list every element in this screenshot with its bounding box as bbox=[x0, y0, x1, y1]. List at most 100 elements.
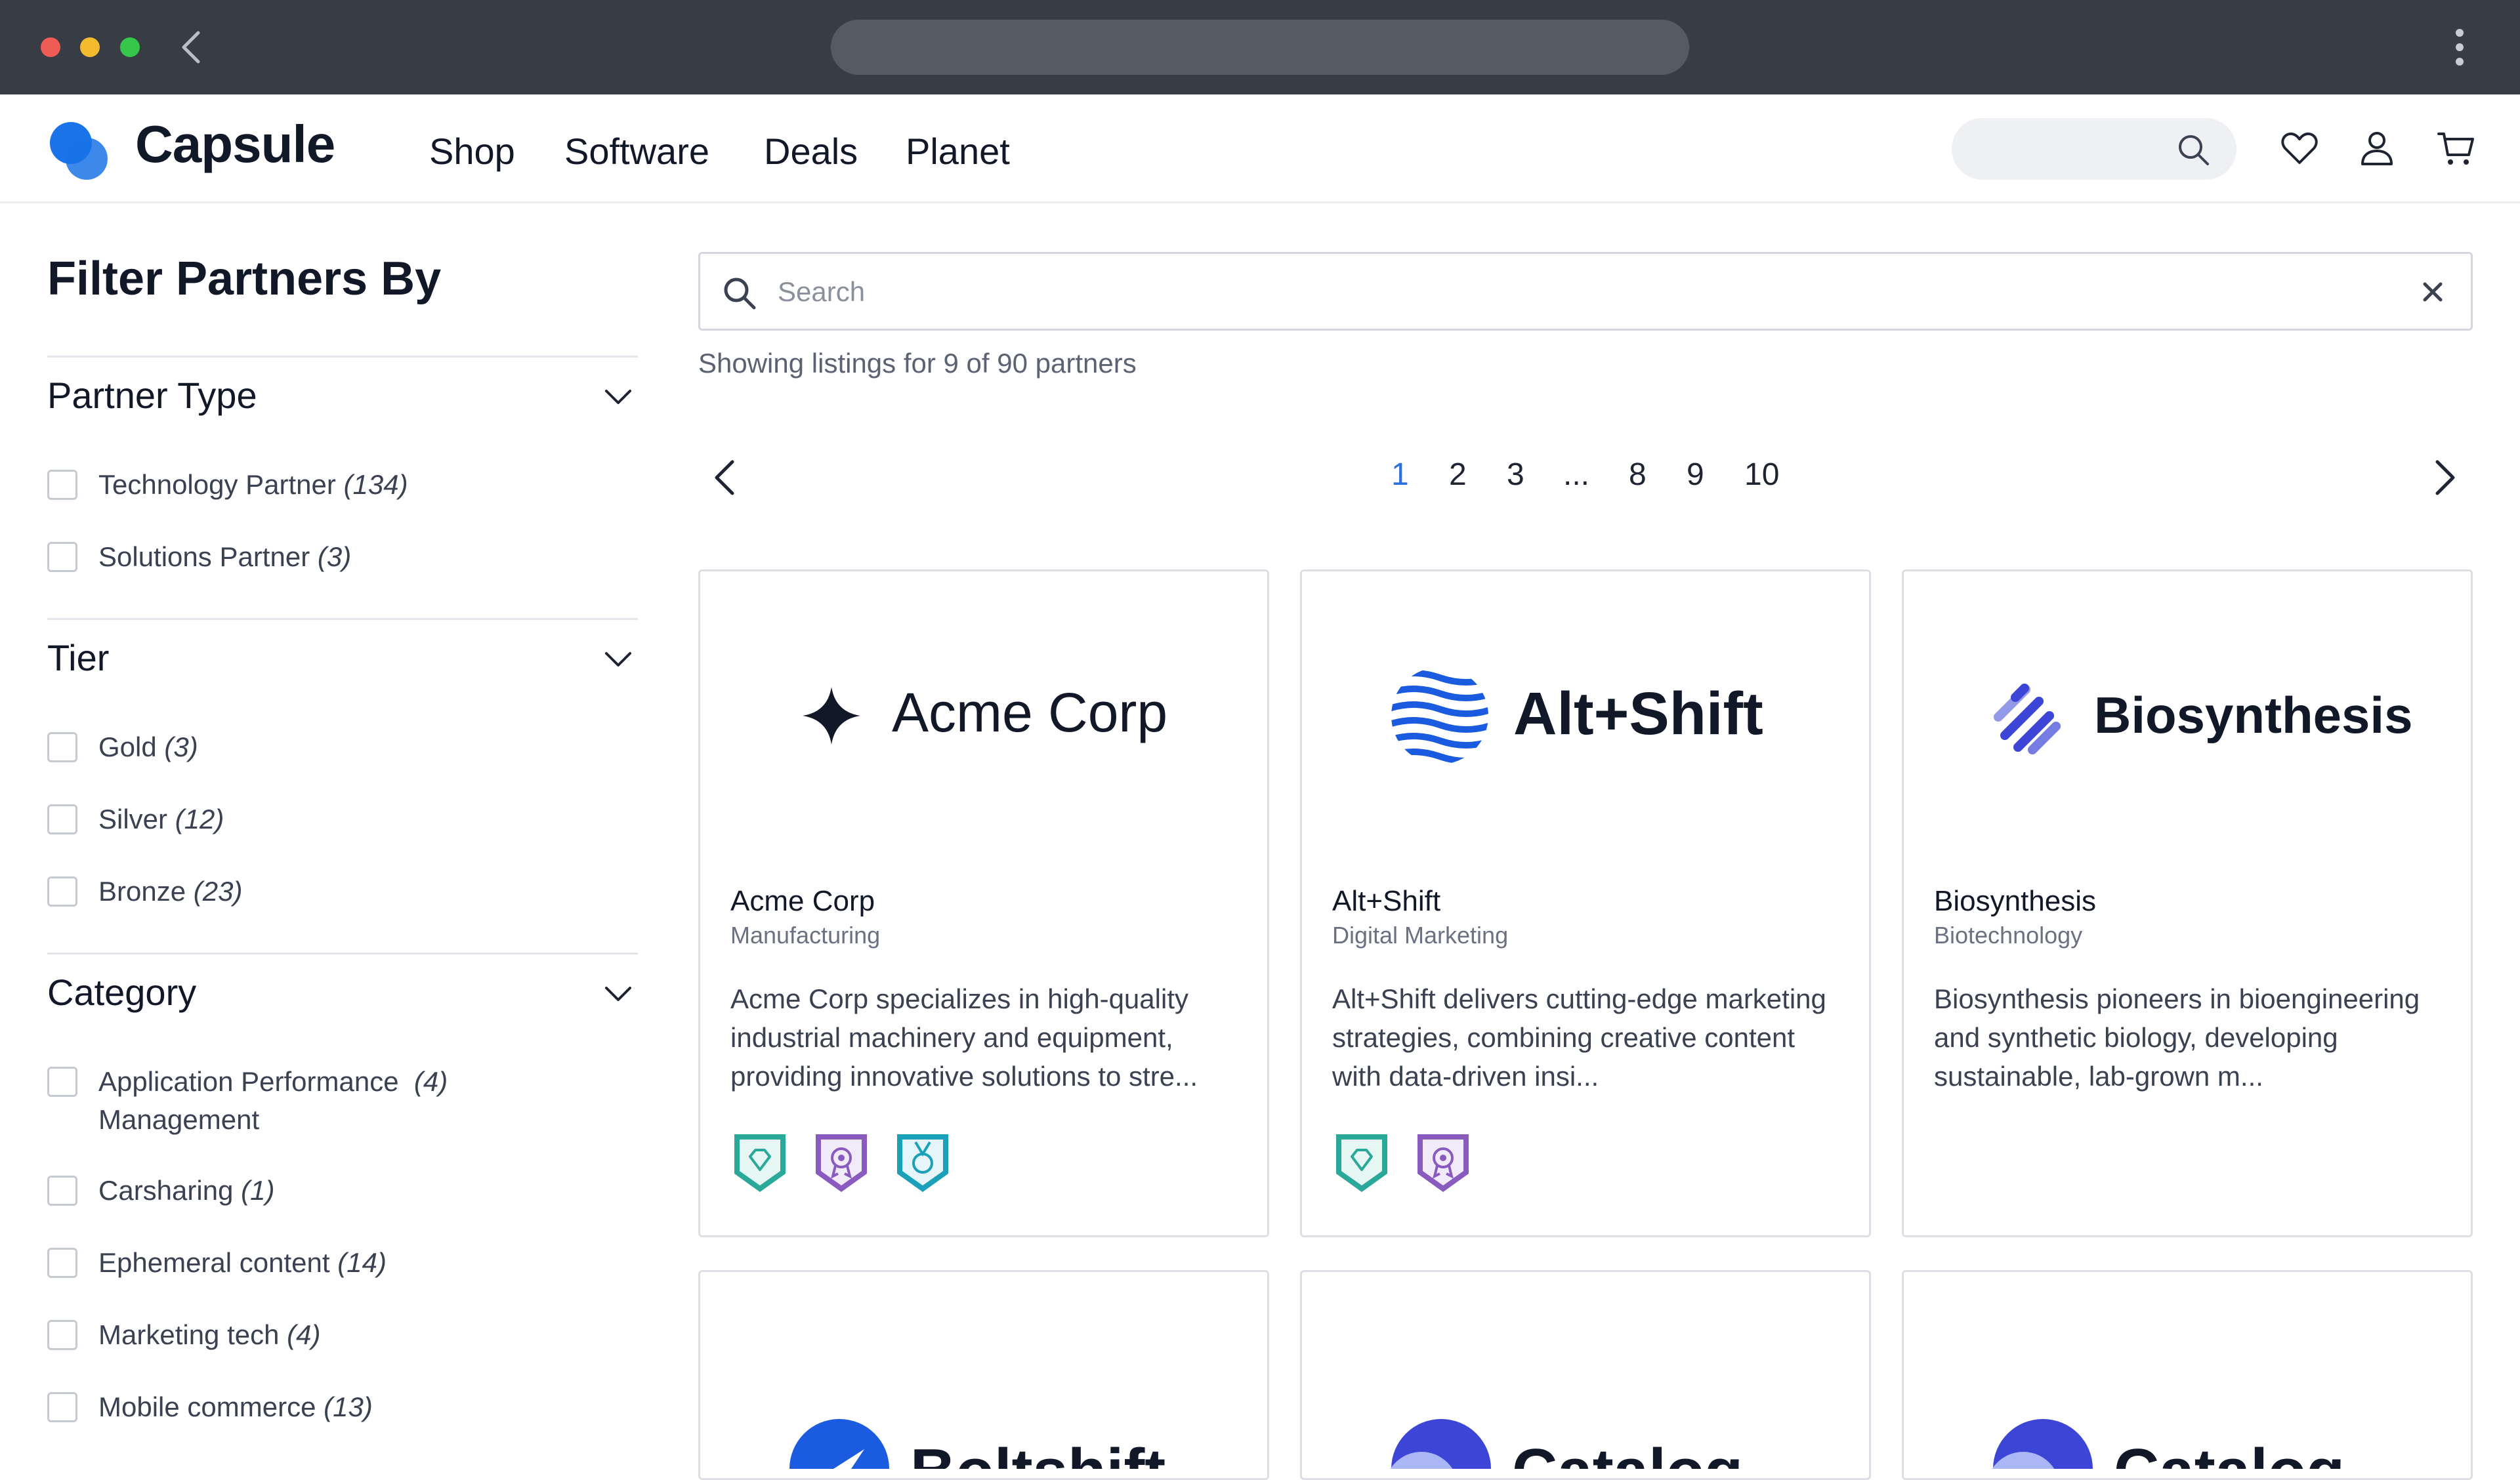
back-arrow-icon[interactable] bbox=[177, 29, 203, 66]
checkbox[interactable] bbox=[47, 876, 77, 907]
award-badge-icon bbox=[816, 1134, 867, 1192]
option-label: Technology Partner bbox=[98, 469, 336, 500]
chevron-down-icon[interactable] bbox=[602, 984, 634, 1004]
filter-option[interactable]: Mobile commerce (13) bbox=[47, 1388, 638, 1428]
medal-badge-icon bbox=[897, 1134, 948, 1192]
checkbox[interactable] bbox=[47, 1248, 77, 1278]
chevron-left-icon[interactable] bbox=[709, 457, 742, 499]
checkbox[interactable] bbox=[47, 470, 77, 500]
filter-option[interactable]: Carsharing (1) bbox=[47, 1172, 638, 1211]
catalog-logo: Catalog bbox=[1390, 1419, 1743, 1469]
option-label: Ephemeral content bbox=[98, 1247, 330, 1278]
alt-shift-logo: Alt+Shift bbox=[1391, 670, 1763, 764]
capsule-logo-icon[interactable] bbox=[47, 119, 110, 182]
biosynthesis-logo: Biosynthesis bbox=[1994, 684, 2412, 754]
page-link-3[interactable]: 3 bbox=[1507, 457, 1524, 493]
top-nav: Capsule Shop Software Deals Planet bbox=[0, 94, 2520, 203]
results-count: Showing listings for 9 of 90 partners bbox=[698, 348, 1137, 379]
checkbox[interactable] bbox=[47, 1176, 77, 1206]
section-title[interactable]: Tier bbox=[47, 636, 109, 679]
checkbox[interactable] bbox=[47, 1392, 77, 1422]
nav-link-shop[interactable]: Shop bbox=[429, 130, 515, 173]
option-label: Gold bbox=[98, 731, 157, 762]
option-count: (3) bbox=[164, 731, 198, 762]
checkbox[interactable] bbox=[47, 804, 77, 834]
diamond-badge-icon bbox=[734, 1134, 786, 1192]
partner-name[interactable]: Alt+Shift bbox=[1332, 885, 1440, 918]
option-count: (4) bbox=[413, 1066, 448, 1097]
option-label: Silver bbox=[98, 804, 168, 834]
divider bbox=[47, 356, 638, 358]
partner-card[interactable]: Catalog bbox=[1902, 1270, 2473, 1480]
user-icon[interactable] bbox=[2357, 129, 2397, 168]
close-icon[interactable] bbox=[2420, 279, 2446, 305]
cart-icon[interactable] bbox=[2436, 129, 2475, 168]
option-count: (14) bbox=[337, 1247, 387, 1278]
nav-link-deals[interactable]: Deals bbox=[764, 130, 858, 173]
boltshift-logo: Boltshift bbox=[789, 1419, 1166, 1469]
partner-description: Biosynthesis pioneers in bioengineering … bbox=[1934, 983, 2420, 1092]
chevron-right-icon[interactable] bbox=[2428, 457, 2461, 499]
option-count: (4) bbox=[287, 1319, 321, 1350]
checkbox[interactable] bbox=[47, 1320, 77, 1350]
option-count: (1) bbox=[241, 1175, 275, 1206]
option-label: Application Performance bbox=[98, 1066, 399, 1097]
minimize-window-button[interactable] bbox=[80, 37, 100, 57]
checkbox[interactable] bbox=[47, 1067, 77, 1097]
chevron-down-icon[interactable] bbox=[602, 387, 634, 407]
page-link-2[interactable]: 2 bbox=[1449, 457, 1467, 493]
filter-option[interactable]: Application Performance (4) Management bbox=[47, 1063, 638, 1141]
option-label: Carsharing bbox=[98, 1175, 234, 1206]
address-bar[interactable] bbox=[831, 20, 1689, 75]
section-title[interactable]: Category bbox=[47, 971, 196, 1014]
chevron-down-icon[interactable] bbox=[602, 649, 634, 669]
divider bbox=[47, 618, 638, 620]
page-link-9[interactable]: 9 bbox=[1687, 457, 1704, 493]
kebab-menu-icon[interactable] bbox=[2452, 28, 2468, 67]
filter-option[interactable]: Technology Partner (134) bbox=[47, 466, 638, 505]
filter-option[interactable]: Gold (3) bbox=[47, 728, 638, 768]
partner-name[interactable]: Biosynthesis bbox=[1934, 885, 2096, 918]
partner-card[interactable]: Boltshift bbox=[698, 1270, 1269, 1480]
partner-category: Biotechnology bbox=[1934, 922, 2083, 949]
search-input[interactable] bbox=[778, 272, 2353, 312]
nav-search-input[interactable] bbox=[1952, 118, 2236, 180]
svg-text:Alt+Shift: Alt+Shift bbox=[1513, 680, 1763, 747]
partner-card[interactable]: Acme Corp Acme Corp Manufacturing Acme C… bbox=[698, 569, 1269, 1237]
checkbox[interactable] bbox=[47, 542, 77, 572]
search-icon bbox=[724, 278, 756, 310]
svg-text:Catalog: Catalog bbox=[2114, 1436, 2345, 1469]
filter-option[interactable]: Ephemeral content (14) bbox=[47, 1244, 638, 1283]
partner-card[interactable]: Catalog bbox=[1300, 1270, 1871, 1480]
search-icon bbox=[2179, 135, 2209, 165]
nav-link-software[interactable]: Software bbox=[564, 130, 709, 173]
filter-option[interactable]: Bronze (23) bbox=[47, 873, 638, 912]
partner-card[interactable]: Alt+Shift Alt+Shift Digital Marketing Al… bbox=[1300, 569, 1871, 1237]
page-link-10[interactable]: 10 bbox=[1744, 457, 1779, 493]
section-title[interactable]: Partner Type bbox=[47, 374, 257, 417]
option-label: Marketing tech bbox=[98, 1319, 280, 1350]
filter-option[interactable]: Solutions Partner (3) bbox=[47, 538, 638, 577]
divider bbox=[47, 953, 638, 955]
heart-icon[interactable] bbox=[2280, 129, 2319, 168]
partner-description: Alt+Shift delivers cutting-edge marketin… bbox=[1332, 983, 1826, 1092]
maximize-window-button[interactable] bbox=[120, 37, 140, 57]
svg-text:Acme Corp: Acme Corp bbox=[892, 682, 1167, 743]
browser-chrome bbox=[0, 0, 2520, 94]
page-link-1[interactable]: 1 bbox=[1391, 457, 1409, 493]
partner-card[interactable]: Biosynthesis Biosynthesis Biotechnology … bbox=[1902, 569, 2473, 1237]
brand-name[interactable]: Capsule bbox=[135, 114, 335, 175]
nav-link-planet[interactable]: Planet bbox=[906, 130, 1010, 173]
filter-option[interactable]: Silver (12) bbox=[47, 800, 638, 840]
close-window-button[interactable] bbox=[41, 37, 60, 57]
filter-title: Filter Partners By bbox=[47, 253, 442, 305]
partner-name[interactable]: Acme Corp bbox=[730, 885, 875, 918]
option-count: (12) bbox=[175, 804, 224, 834]
partner-category: Manufacturing bbox=[730, 922, 881, 949]
acme-corp-logo: Acme Corp bbox=[803, 682, 1167, 745]
partner-search-box bbox=[698, 252, 2473, 331]
checkbox[interactable] bbox=[47, 732, 77, 762]
page-link-8[interactable]: 8 bbox=[1629, 457, 1647, 493]
filter-option[interactable]: Marketing tech (4) bbox=[47, 1316, 638, 1355]
partner-category: Digital Marketing bbox=[1332, 922, 1509, 949]
